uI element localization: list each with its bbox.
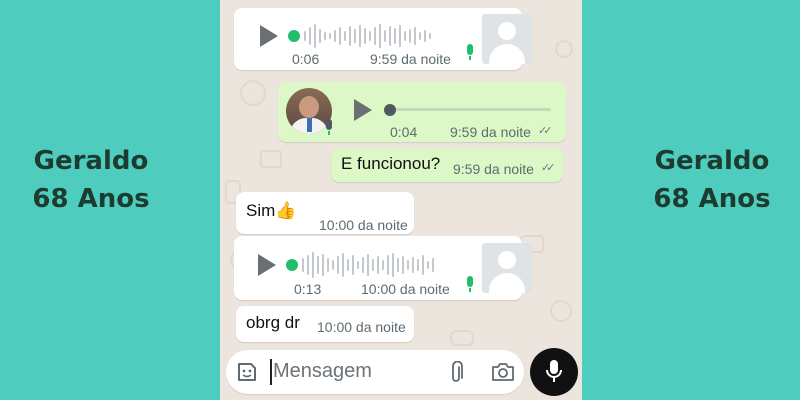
record-voice-button[interactable] xyxy=(530,348,578,396)
contact-avatar-placeholder xyxy=(482,14,532,64)
wallpaper-doodle xyxy=(260,150,282,168)
play-icon[interactable] xyxy=(258,254,276,276)
message-time: 9:59 da noite xyxy=(450,124,531,140)
contact-avatar-placeholder xyxy=(482,243,532,293)
incoming-text-message[interactable]: Sim👍 10:00 da noite xyxy=(236,192,414,234)
message-text: Sim👍 xyxy=(246,201,297,220)
message-time: 9:59 da noite xyxy=(453,161,534,177)
message-time: 10:00 da noite xyxy=(361,281,450,297)
caption-age: 68 Anos xyxy=(32,184,150,214)
play-icon[interactable] xyxy=(260,25,278,47)
sticker-icon[interactable] xyxy=(236,361,258,383)
camera-icon[interactable] xyxy=(491,362,515,382)
left-caption: Geraldo 68 Anos xyxy=(0,142,191,218)
chat-screen: 0:06 9:59 da noite 0:04 9:59 da noite ✓✓… xyxy=(220,0,582,400)
message-composer[interactable]: Mensagem xyxy=(226,350,524,394)
playback-track xyxy=(396,108,551,111)
caption-age: 68 Anos xyxy=(653,184,771,214)
wallpaper-doodle xyxy=(450,330,474,346)
voice-duration: 0:13 xyxy=(294,281,322,297)
right-caption: Geraldo 68 Anos xyxy=(612,142,800,218)
voice-mic-icon xyxy=(467,44,473,60)
message-input-placeholder[interactable]: Mensagem xyxy=(273,360,372,383)
message-text: E funcionou? xyxy=(341,154,441,173)
play-icon[interactable] xyxy=(354,99,372,121)
message-time: 10:00 da noite xyxy=(317,319,406,335)
playhead[interactable] xyxy=(288,30,300,42)
voice-mic-icon xyxy=(326,119,332,135)
caption-name: Geraldo xyxy=(33,146,149,176)
outgoing-text-message[interactable]: E funcionou? 9:59 da noite ✓✓ xyxy=(331,148,563,182)
message-time: 9:59 da noite xyxy=(370,51,451,67)
text-cursor xyxy=(270,359,272,385)
incoming-voice-message[interactable]: 0:13 10:00 da noite xyxy=(234,236,532,300)
voice-duration: 0:04 xyxy=(390,124,418,140)
double-check-icon: ✓✓ xyxy=(541,162,556,174)
message-time: 10:00 da noite xyxy=(319,217,408,233)
incoming-text-message[interactable]: obrg dr 10:00 da noite xyxy=(236,306,414,342)
mic-icon xyxy=(546,360,562,382)
double-check-icon: ✓✓ xyxy=(538,125,553,137)
caption-name: Geraldo xyxy=(654,146,770,176)
voice-mic-icon xyxy=(467,276,473,292)
wallpaper-doodle xyxy=(550,300,572,322)
waveform xyxy=(304,21,431,51)
outgoing-voice-message[interactable]: 0:04 9:59 da noite ✓✓ xyxy=(278,82,566,142)
wallpaper-doodle xyxy=(240,80,266,106)
voice-duration: 0:06 xyxy=(292,51,320,67)
playhead[interactable] xyxy=(286,259,298,271)
incoming-voice-message[interactable]: 0:06 9:59 da noite xyxy=(234,8,532,70)
paperclip-icon[interactable] xyxy=(449,361,463,385)
wallpaper-doodle xyxy=(555,40,573,58)
playhead[interactable] xyxy=(384,104,396,116)
waveform xyxy=(302,250,434,280)
message-text: obrg dr xyxy=(246,313,300,332)
